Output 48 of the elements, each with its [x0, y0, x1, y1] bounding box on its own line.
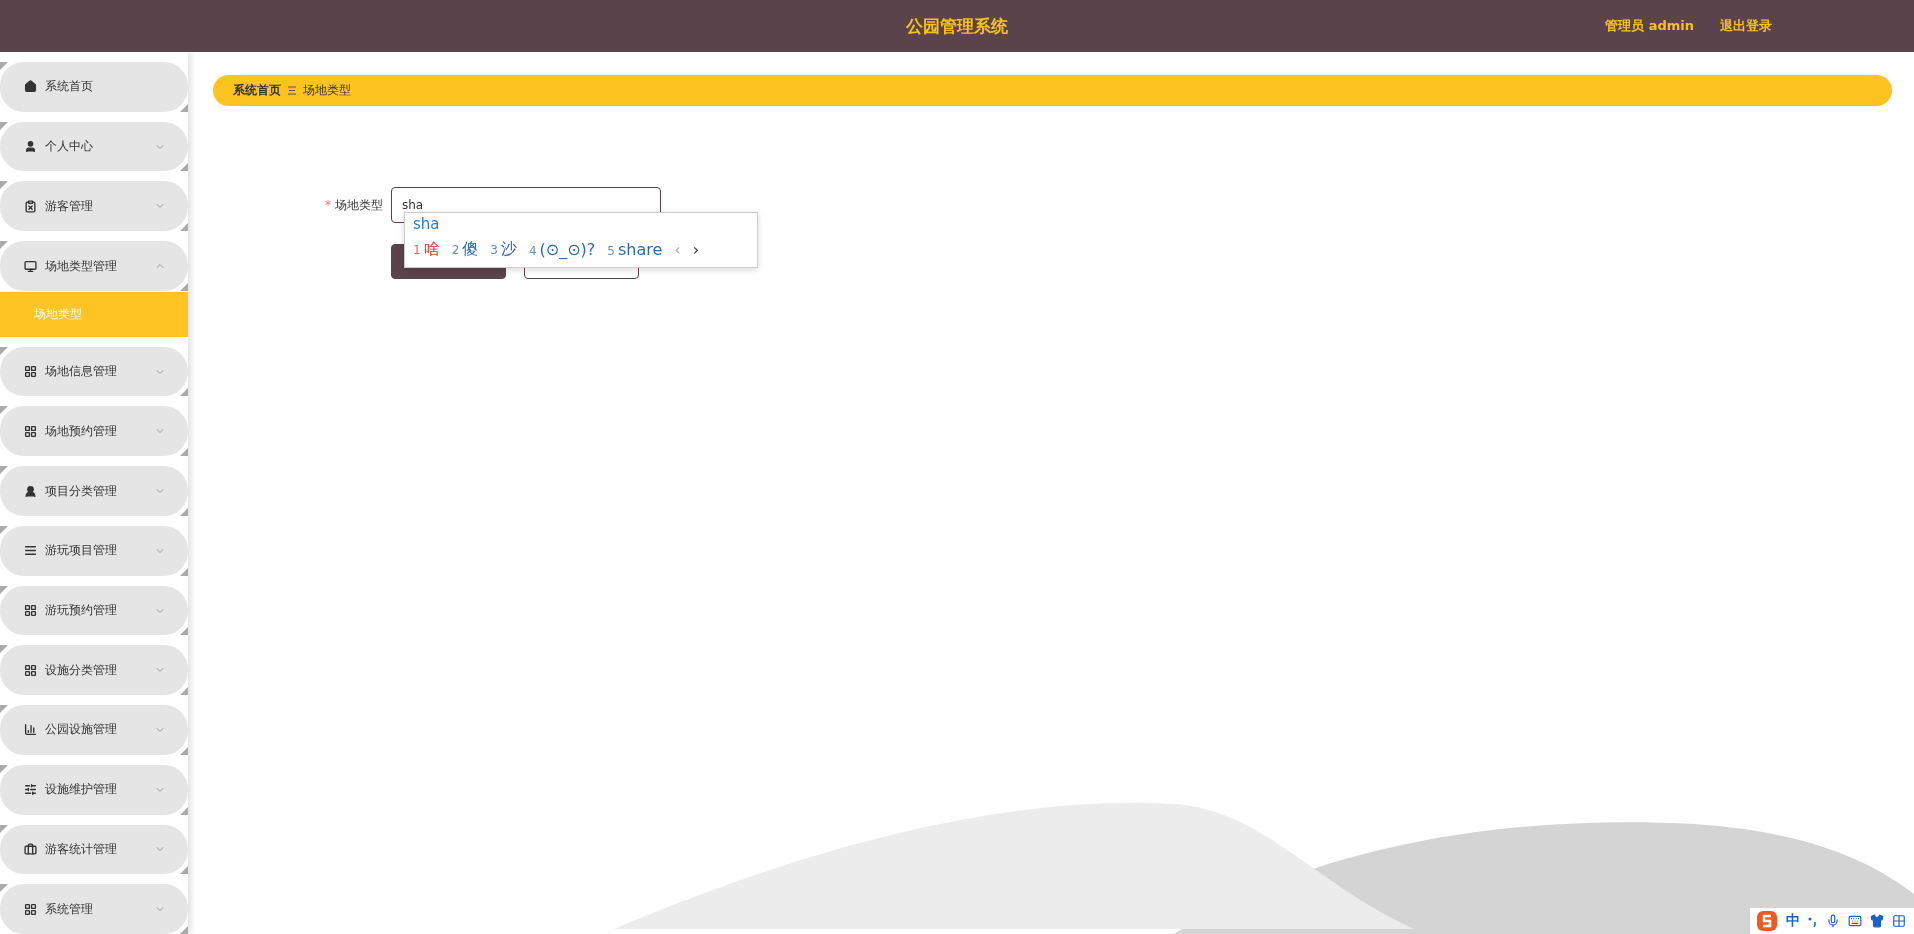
breadcrumb-link[interactable]: 场地类型 — [303, 82, 351, 99]
menu-item[interactable]: 个人中心 — [0, 121, 188, 172]
menu-item[interactable]: 系统管理 — [0, 884, 188, 934]
menu-item[interactable]: 游玩项目管理 — [0, 525, 188, 576]
person-icon — [24, 484, 37, 498]
ime-candidate[interactable]: 2 傻 — [451, 239, 479, 260]
separator-icon — [288, 86, 296, 95]
home-icon — [24, 80, 37, 94]
logout-link[interactable]: 退出登录 — [1720, 17, 1772, 35]
menu-item[interactable]: 设施分类管理 — [0, 645, 188, 696]
list-icon — [24, 544, 37, 558]
breadcrumb-link[interactable]: 系统首页 — [233, 82, 281, 99]
page-arrow[interactable]: › — [692, 240, 700, 259]
monitor-icon — [24, 259, 37, 273]
required-mark: * — [325, 197, 331, 212]
grid-icon — [24, 365, 37, 379]
grid-icon — [24, 424, 37, 438]
menu-item[interactable]: 公园设施管理 — [0, 705, 188, 755]
clipboard-icon — [24, 199, 37, 213]
grid-icon — [24, 604, 37, 617]
field-label: 场地类型 — [335, 197, 383, 212]
punctuation-icon[interactable] — [1808, 915, 1818, 927]
ime-candidate[interactable]: 1 啥 — [413, 239, 440, 260]
bar-chart-icon — [24, 723, 37, 737]
ime-candidate[interactable]: 5 share — [607, 240, 663, 259]
ime-mode[interactable]: 中 — [1786, 912, 1800, 930]
menu-item[interactable]: 场地类型管理 — [0, 241, 188, 291]
app-title: 公园管理系统 — [906, 15, 1008, 36]
ime-candidate[interactable]: 4 (⊙_⊙)? — [528, 240, 596, 259]
menu-item[interactable]: 系统首页 — [0, 62, 188, 112]
menu-item[interactable]: 项目分类管理 — [0, 466, 188, 516]
ime-candidate[interactable]: 3 沙 — [490, 239, 517, 260]
grid-icon — [24, 902, 37, 916]
menu-item[interactable]: 场地预约管理 — [0, 406, 188, 457]
briefcase-icon — [24, 842, 37, 856]
shirt-icon[interactable] — [1870, 914, 1884, 928]
microphone-icon[interactable] — [1826, 914, 1840, 928]
menu-item[interactable]: 设施维护管理 — [0, 764, 188, 815]
grid-icon — [24, 663, 37, 677]
menu-item[interactable]: 场地信息管理 — [0, 346, 188, 397]
menu-item[interactable]: 游客管理 — [0, 181, 188, 232]
sliders-icon — [24, 783, 37, 797]
user-link[interactable]: 管理员 admin — [1605, 17, 1694, 35]
menu-item[interactable]: 游玩预约管理 — [0, 585, 188, 636]
grid-icon[interactable] — [1892, 914, 1906, 928]
user-icon — [24, 140, 37, 154]
keyboard-icon[interactable] — [1848, 914, 1862, 928]
menu-item[interactable]: 游客统计管理 — [0, 824, 188, 875]
